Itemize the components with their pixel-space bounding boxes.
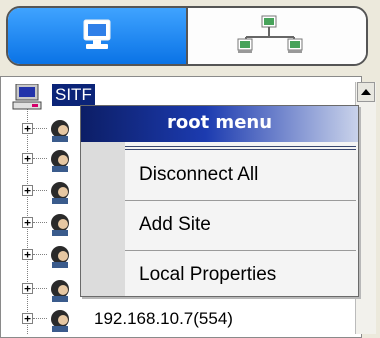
menu-item-label: Add Site: [139, 214, 211, 235]
tree-connector: [33, 158, 47, 159]
monitor-icon: [83, 19, 111, 49]
expand-icon[interactable]: +: [22, 153, 33, 164]
user-head-icon: [51, 120, 69, 142]
menu-title: root menu: [81, 106, 358, 142]
user-head-icon: [51, 150, 69, 172]
expand-icon[interactable]: +: [22, 249, 33, 260]
menu-item-label: Disconnect All: [139, 164, 259, 185]
tab-local[interactable]: [8, 8, 188, 64]
network-icon: [237, 15, 303, 53]
tree-connector: [33, 190, 47, 191]
user-head-icon: [51, 310, 69, 332]
user-head-icon: [51, 246, 69, 268]
tab-network[interactable]: [188, 8, 366, 64]
tree-row-host[interactable]: + 192.168.10.7(554): [0, 306, 340, 332]
tree-connector: [33, 128, 47, 129]
expand-icon[interactable]: +: [22, 185, 33, 196]
expand-icon[interactable]: +: [22, 313, 33, 324]
user-head-icon: [51, 182, 69, 204]
user-head-icon: [51, 214, 69, 236]
menu-separator: [125, 200, 356, 201]
tree-connector: [33, 318, 47, 319]
tree-connector: [33, 288, 47, 289]
tree-connector: [33, 222, 47, 223]
menu-separator: [125, 250, 356, 251]
menu-item-add-site[interactable]: Add Site: [125, 202, 358, 250]
tree-connector: [33, 254, 47, 255]
expand-icon[interactable]: +: [22, 123, 33, 134]
expand-icon[interactable]: +: [22, 283, 33, 294]
menu-title-separator: [125, 146, 356, 150]
view-tab-strip: [6, 6, 368, 66]
computer-icon: [12, 84, 42, 110]
arrow-up-icon: [361, 89, 371, 95]
scroll-up-button[interactable]: [357, 82, 375, 102]
menu-item-label: Local Properties: [139, 264, 277, 285]
expand-icon[interactable]: +: [22, 217, 33, 228]
menu-item-local-properties[interactable]: Local Properties: [125, 252, 358, 294]
tree-host-label[interactable]: 192.168.10.7(554): [94, 309, 233, 329]
user-head-icon: [51, 280, 69, 302]
menu-item-disconnect-all[interactable]: Disconnect All: [125, 152, 358, 200]
context-menu: root menu Disconnect All Add Site Local …: [80, 105, 359, 297]
tree-site-label[interactable]: SITF: [52, 84, 95, 106]
